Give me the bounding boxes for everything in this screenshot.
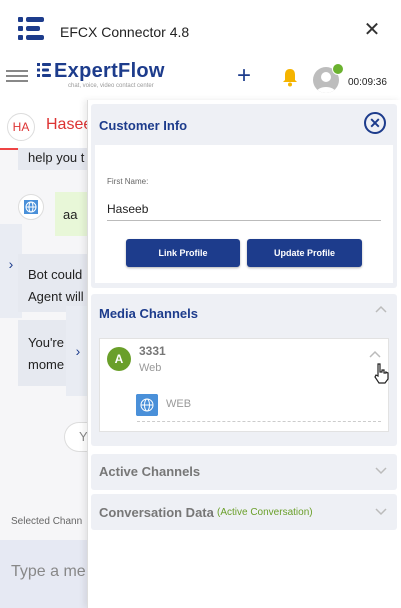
add-icon[interactable]: +	[237, 64, 251, 88]
message-bubble: help you t	[18, 148, 90, 170]
web-channel-avatar	[18, 194, 44, 220]
chevron-up-icon[interactable]	[375, 305, 387, 313]
contact-avatar: HA	[7, 113, 35, 141]
divider	[137, 421, 381, 422]
channel-type: Web	[139, 362, 162, 374]
hamburger-menu-icon[interactable]	[6, 67, 28, 85]
hand-cursor-icon	[374, 363, 389, 384]
message-line: Bot could	[28, 267, 83, 282]
window-title: EFCX Connector 4.8	[60, 24, 190, 40]
first-name-label: First Name:	[107, 177, 149, 186]
update-profile-button[interactable]: Update Profile	[247, 239, 362, 267]
chevron-down-icon[interactable]	[375, 508, 387, 516]
conversation-data-subtitle: (Active Conversation)	[217, 507, 313, 518]
globe-icon	[136, 394, 158, 416]
message-input[interactable]: Type a me	[0, 540, 90, 608]
session-timer: 00:09:36	[348, 77, 387, 88]
contact-name[interactable]: Hasee	[46, 116, 92, 134]
channel-avatar: A	[107, 347, 131, 371]
active-channels-title[interactable]: Active Channels	[99, 464, 200, 479]
field-underline	[107, 220, 381, 221]
close-window-icon[interactable]: ✕	[362, 20, 382, 40]
message-bubble: Bot could Agent will	[18, 254, 90, 312]
conversation-data-title[interactable]: Conversation Data	[99, 505, 214, 520]
close-drawer-icon[interactable]: ✕	[364, 112, 386, 134]
online-status-indicator	[332, 63, 344, 75]
brand-tagline: chat, voice, video contact center	[68, 83, 154, 89]
chevron-up-icon[interactable]	[369, 350, 381, 358]
message-line: Agent will	[28, 289, 84, 304]
globe-icon	[24, 200, 38, 214]
media-channels-title[interactable]: Media Channels	[99, 306, 198, 321]
link-profile-button[interactable]: Link Profile	[126, 239, 240, 267]
message-bubble: aa	[55, 192, 90, 236]
selected-channel-label: Selected Chann	[11, 516, 83, 527]
brand-logo-text: ExpertFlow	[54, 60, 165, 82]
first-name-field[interactable]: Haseeb	[107, 202, 148, 216]
notification-bell-icon[interactable]	[281, 67, 299, 87]
channel-identifier: 3331	[139, 344, 166, 358]
chevron-down-icon[interactable]	[375, 467, 387, 475]
sub-channel-label: WEB	[166, 398, 192, 410]
brand-mark-icon	[37, 63, 51, 77]
app-logo-icon	[18, 17, 44, 40]
customer-info-title: Customer Info	[99, 118, 188, 133]
